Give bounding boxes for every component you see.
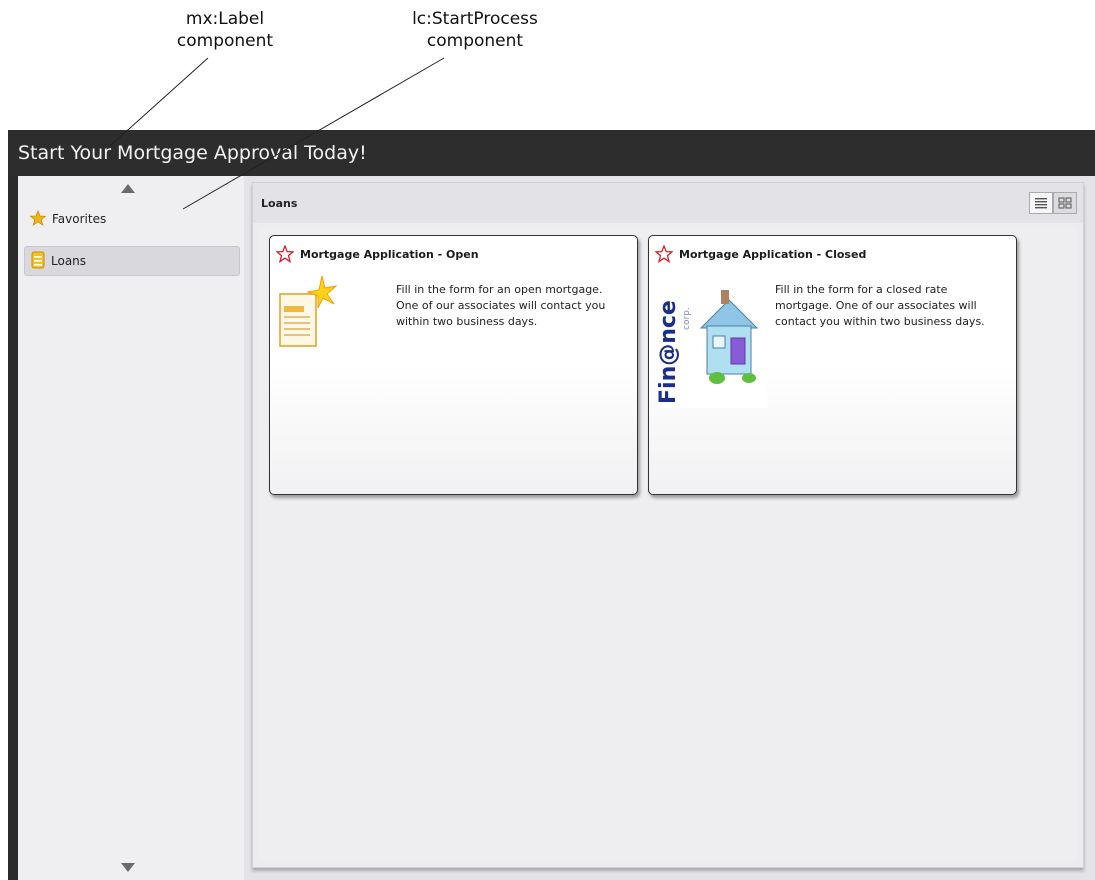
scroll-down-arrow-icon[interactable] xyxy=(121,863,135,872)
process-panel: Loans Mortgage Application - Open Fill i… xyxy=(252,182,1084,868)
startprocess-component-callout: lc:StartProcess component xyxy=(385,8,565,52)
finance-house-logo: Fin@nce corp. xyxy=(656,274,767,412)
callout-label-line1: mx:Label xyxy=(185,9,265,29)
card-description: Fill in the form for a closed rate mortg… xyxy=(775,283,985,328)
card-title: Mortgage Application - Open xyxy=(300,248,479,261)
grid-view-button[interactable] xyxy=(1053,192,1077,214)
form-sparkle-icon xyxy=(278,274,338,356)
sidebar-item-loans[interactable]: Loans xyxy=(24,246,240,276)
favorite-star-icon[interactable] xyxy=(654,244,674,267)
app-window: Start Your Mortgage Approval Today! Favo… xyxy=(8,130,1095,880)
sidebar-item-favorites[interactable]: Favorites xyxy=(24,204,240,234)
panel-title: Loans xyxy=(261,197,298,210)
sidebar-item-label: Favorites xyxy=(52,212,107,226)
process-card-open-mortgage[interactable]: Mortgage Application - Open Fill in the … xyxy=(269,235,638,495)
sidebar-item-label: Loans xyxy=(51,254,87,268)
process-card-area: Mortgage Application - Open Fill in the … xyxy=(259,227,1077,861)
card-title: Mortgage Application - Closed xyxy=(679,248,867,261)
list-view-icon xyxy=(1035,198,1047,209)
list-view-button[interactable] xyxy=(1029,192,1053,214)
app-header: Start Your Mortgage Approval Today! xyxy=(8,130,1095,176)
callout-label-line2: component xyxy=(176,31,274,51)
star-icon xyxy=(29,209,47,229)
process-card-closed-mortgage[interactable]: Mortgage Application - Closed Fin@nce co… xyxy=(648,235,1017,495)
callout-start-line2: component xyxy=(426,31,524,51)
card-description: Fill in the form for an open mortgage. O… xyxy=(396,283,606,328)
grid-view-icon xyxy=(1058,197,1072,209)
view-mode-toggle xyxy=(1029,192,1077,214)
finance-logo-subtext: corp. xyxy=(682,307,692,330)
folder-icon xyxy=(31,251,45,272)
panel-title-bar: Loans xyxy=(253,183,1083,223)
main-area: Loans Mortgage Application - Open Fill i… xyxy=(244,176,1095,880)
favorite-star-icon[interactable] xyxy=(275,244,295,267)
scroll-up-arrow-icon[interactable] xyxy=(121,184,135,193)
label-component-callout: mx:Label component xyxy=(150,8,300,52)
callout-start-line1: lc:StartProcess xyxy=(412,9,538,29)
app-title: Start Your Mortgage Approval Today! xyxy=(18,142,367,164)
finance-logo-text: Fin@nce xyxy=(657,300,681,404)
sidebar: Favorites Loans xyxy=(18,176,245,880)
